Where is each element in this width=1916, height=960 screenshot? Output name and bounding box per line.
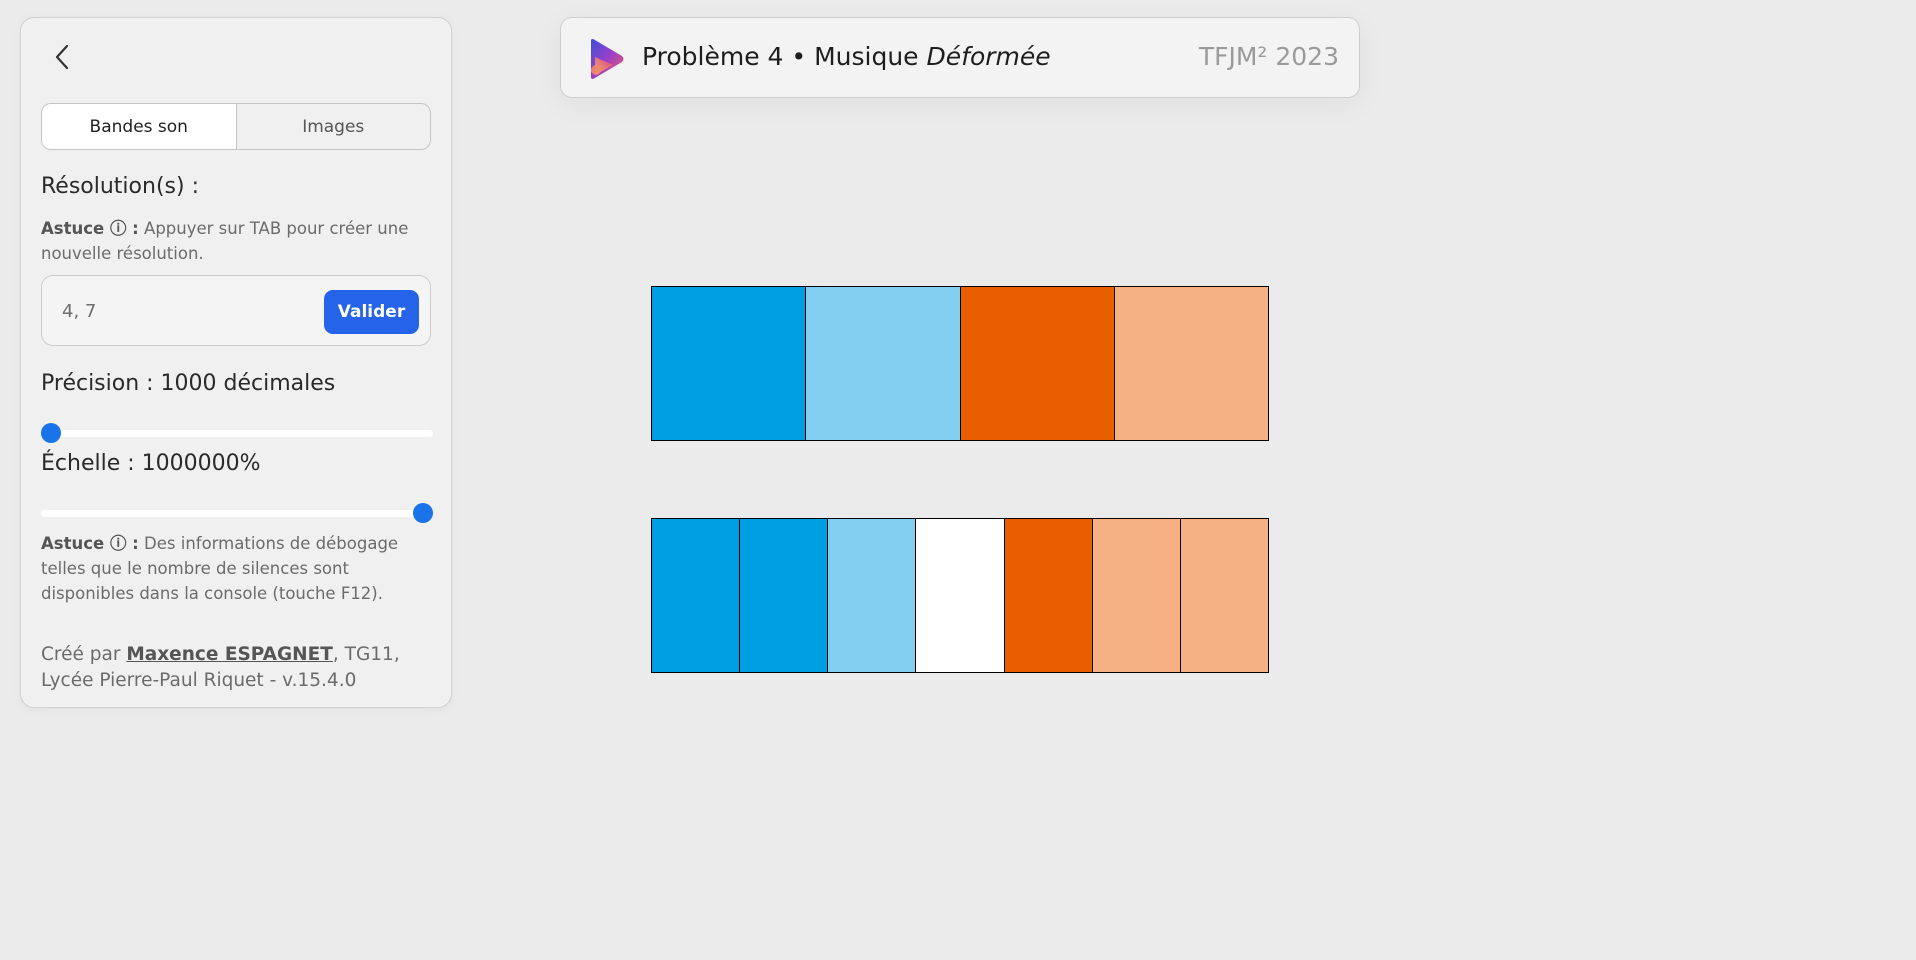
- chevron-left-icon: [54, 44, 70, 74]
- band-segment: [916, 519, 1005, 672]
- page-title-italic: Déformée: [926, 42, 1051, 71]
- resolution-entry: Valider: [41, 275, 431, 346]
- precision-slider[interactable]: [41, 421, 433, 445]
- band-segment: [806, 287, 961, 440]
- band-segment: [652, 519, 741, 672]
- debug-tip: Astuce ⓘ : Des informations de débogage …: [41, 531, 426, 606]
- scale-slider-track: [41, 510, 433, 517]
- scale-title: Échelle : 1000000%: [41, 451, 261, 476]
- band-segment: [960, 287, 1115, 440]
- scale-slider-thumb[interactable]: [413, 503, 433, 523]
- page-title: Problème 4 • Musique Déformée: [642, 42, 1051, 71]
- validate-button[interactable]: Valider: [324, 290, 419, 334]
- tab-bandes-son[interactable]: Bandes son: [42, 104, 237, 149]
- band-segment: [652, 287, 807, 440]
- resolution-tip: Astuce ⓘ : Appuyer sur TAB pour créer un…: [41, 216, 426, 266]
- band-segment: [828, 519, 917, 672]
- resolution-input[interactable]: [62, 296, 302, 326]
- precision-slider-thumb[interactable]: [41, 423, 61, 443]
- band-segment: [1180, 519, 1268, 672]
- credits-prefix: Créé par: [41, 644, 127, 665]
- page-title-plain: Problème 4 • Musique: [642, 42, 927, 71]
- sidebar-panel: Bandes son Images Résolution(s) : Astuce…: [20, 17, 452, 708]
- credits: Créé par Maxence ESPAGNET, TG11, Lycée P…: [41, 642, 436, 694]
- band-segment: [740, 519, 829, 672]
- mode-tabs: Bandes son Images: [41, 103, 431, 150]
- precision-title: Précision : 1000 décimales: [41, 371, 336, 396]
- tab-images[interactable]: Images: [237, 104, 431, 149]
- page-header: Problème 4 • Musique Déformée TFJM² 2023: [560, 17, 1360, 98]
- band-segment: [1092, 519, 1181, 672]
- author-link[interactable]: Maxence ESPAGNET: [126, 644, 333, 665]
- scale-slider[interactable]: [41, 501, 433, 525]
- precision-slider-track: [41, 430, 433, 437]
- tip-label: Astuce ⓘ :: [41, 219, 139, 238]
- play-triangle-logo-icon: [586, 38, 626, 80]
- debug-tip-label: Astuce ⓘ :: [41, 534, 139, 553]
- event-label: TFJM² 2023: [1198, 42, 1339, 71]
- band-segment: [1114, 287, 1268, 440]
- sound-band-resolution-7: [651, 518, 1269, 673]
- sound-band-resolution-4: [651, 286, 1269, 441]
- resolutions-title: Résolution(s) :: [41, 174, 199, 199]
- band-segment: [1004, 519, 1093, 672]
- back-button[interactable]: [47, 44, 77, 74]
